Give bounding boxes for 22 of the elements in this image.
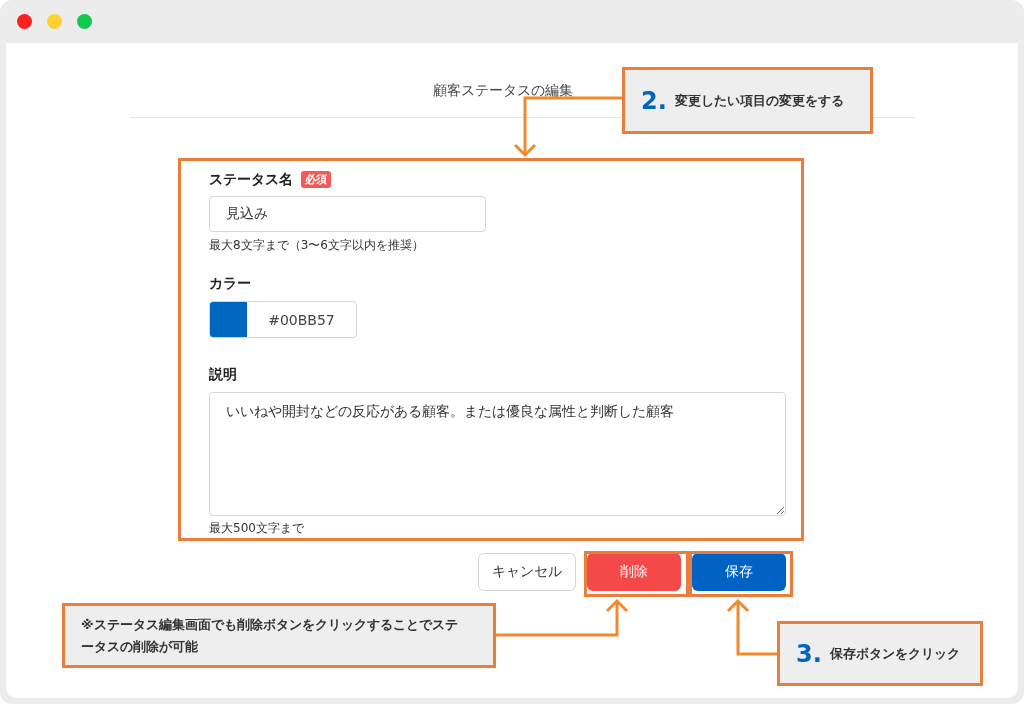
save-button[interactable]: 保存 [692,553,786,591]
zoom-button[interactable] [77,14,92,29]
leader-arrow [726,598,777,656]
delete-button[interactable]: 削除 [587,553,681,591]
color-field[interactable]: #00BB57 [209,301,357,338]
field-label: ステータス名 [209,170,293,188]
step-number: 2. [641,86,667,115]
hint-text: 最大500文字まで [209,521,305,535]
page-title: 顧客ステータスの編集 [432,81,573,100]
minimize-button[interactable] [47,14,62,29]
callout-text: ※ステータス編集画面でも削除ボタンをクリックすることでステータスの削除が可能 [81,615,459,656]
callout-text: 保存ボタンをクリック [829,644,960,663]
required-badge: 必須 [301,170,331,188]
status-name-field[interactable]: 見込み [209,196,486,232]
step-number: 3. [796,639,822,668]
close-button[interactable] [17,14,32,29]
description-field[interactable]: いいねや開封などの反応がある顧客。または優良な属性と判断した顧客 [209,392,786,516]
callout-text: 変更したい項目の変更をする [674,91,844,110]
field-label: カラー [209,274,251,292]
hint-text: 最大8文字まで（3〜6文字以内を推奨） [209,238,425,252]
cancel-button[interactable]: キャンセル [478,553,576,591]
field-label: 説明 [209,365,237,383]
